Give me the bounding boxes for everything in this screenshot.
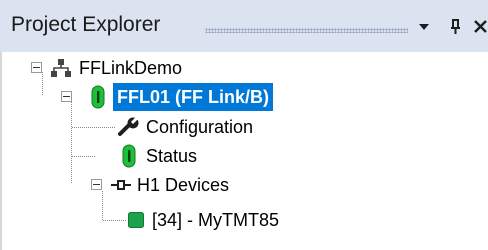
tree-item-label: H1 Devices bbox=[137, 175, 230, 195]
close-icon[interactable] bbox=[473, 16, 488, 36]
panel-title-bar[interactable]: Project Explorer bbox=[0, 0, 488, 52]
network-icon bbox=[50, 57, 72, 84]
panel-title: Project Explorer bbox=[11, 13, 161, 36]
status-green-icon bbox=[90, 85, 106, 114]
tree-item-label: [34] - MyTMT85 bbox=[152, 210, 280, 230]
tree-item-ffl01[interactable]: FFL01 (FF Link/B) bbox=[0, 83, 360, 111]
tree-item-h1-devices[interactable]: H1 Devices bbox=[0, 171, 300, 199]
tree-item-label: Configuration bbox=[146, 117, 254, 137]
green-square-icon bbox=[128, 212, 144, 233]
tree-item-status[interactable]: Status bbox=[0, 142, 250, 170]
collapse-icon[interactable] bbox=[61, 91, 72, 102]
bus-connector-icon bbox=[110, 177, 132, 198]
collapse-icon[interactable] bbox=[91, 179, 102, 190]
title-grip bbox=[205, 28, 408, 33]
tree-item-configuration[interactable]: Configuration bbox=[0, 113, 300, 141]
project-explorer-panel: Project Explorer FFLinkDemo FFL01 (FF Li… bbox=[0, 0, 488, 250]
tree-item-label: FFL01 (FF Link/B) bbox=[113, 83, 273, 111]
tree-item-mytmt85[interactable]: [34] - MyTMT85 bbox=[0, 206, 320, 234]
tree-item-label: Status bbox=[146, 146, 198, 166]
project-tree: FFLinkDemo FFL01 (FF Link/B) Configurati… bbox=[0, 52, 488, 250]
chevron-down-icon[interactable] bbox=[415, 16, 433, 36]
collapse-icon[interactable] bbox=[31, 62, 42, 73]
tree-item-label: FFLinkDemo bbox=[79, 58, 183, 78]
status-green-icon bbox=[121, 144, 137, 173]
tree-item-fflinkdemo[interactable]: FFLinkDemo bbox=[0, 54, 240, 82]
wrench-icon bbox=[118, 116, 140, 142]
pin-icon[interactable] bbox=[447, 16, 465, 36]
